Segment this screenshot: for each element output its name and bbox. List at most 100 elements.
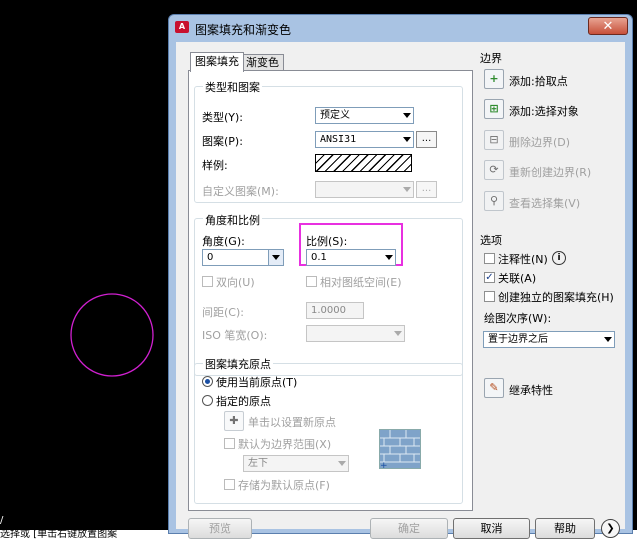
pattern-label: 图案(P): — [202, 135, 243, 148]
hatch-tab-panel: 类型和图案 类型(Y): 预定义 图案(P): ANSI31 ... 样例: 自… — [188, 70, 473, 511]
relative-paper-space-label: 相对图纸空间(E) — [320, 276, 402, 289]
title-bar[interactable]: A 图案填充和渐变色 ✕ — [169, 15, 632, 41]
spacing-label: 间距(C): — [202, 306, 244, 319]
draw-order-select[interactable]: 置于边界之后 — [483, 331, 615, 348]
boundaries-title: 边界 — [480, 52, 502, 65]
associative-label: 关联(A) — [498, 272, 537, 285]
scale-select[interactable]: 0.1 — [306, 249, 396, 266]
swatch-label: 样例: — [202, 159, 228, 172]
relative-paper-space-checkbox[interactable] — [306, 276, 317, 287]
help-button[interactable]: 帮助 — [535, 518, 595, 539]
type-select[interactable]: 预定义 — [315, 107, 414, 124]
cancel-button[interactable]: 取消 — [453, 518, 530, 539]
use-current-origin-radio[interactable] — [202, 376, 213, 387]
scale-value: 0.1 — [311, 252, 327, 263]
add-pick-points-label: 添加:拾取点 — [509, 75, 568, 88]
chevron-down-icon — [338, 461, 346, 466]
chevron-down-icon — [403, 137, 411, 142]
recreate-boundary-button[interactable]: ⟳ — [484, 160, 504, 180]
angle-select[interactable]: 0 — [202, 249, 284, 266]
spacing-input[interactable]: 1.0000 — [306, 302, 364, 319]
brush-icon: ✎ — [489, 381, 499, 394]
remove-boundary-icon: ⊟ — [489, 133, 499, 146]
draw-order-value: 置于边界之后 — [488, 334, 548, 345]
dialog-title: 图案填充和渐变色 — [195, 23, 292, 37]
ok-button[interactable]: 确定 — [370, 518, 448, 539]
chevron-down-icon — [604, 337, 612, 342]
options-title: 选项 — [480, 234, 502, 247]
double-checkbox[interactable] — [202, 276, 213, 287]
chevron-down-icon — [403, 187, 411, 192]
custom-pattern-select[interactable] — [315, 181, 414, 198]
pattern-value: ANSI31 — [320, 134, 357, 145]
crosshair-icon: ✚ — [229, 414, 239, 427]
chevron-right-icon: ❯ — [606, 523, 615, 534]
scale-label: 比例(S): — [306, 235, 348, 248]
add-point-icon: + — [489, 72, 499, 85]
drawn-circle[interactable] — [70, 293, 154, 377]
hatch-origin-group-label: 图案填充原点 — [203, 356, 273, 372]
pattern-browse-button[interactable]: ... — [416, 131, 437, 148]
info-icon[interactable]: i — [552, 251, 566, 265]
double-label: 双向(U) — [216, 276, 255, 289]
view-selections-button[interactable]: ⚲ — [484, 191, 504, 211]
angle-label: 角度(G): — [202, 235, 245, 248]
iso-pen-width-select[interactable] — [306, 325, 405, 342]
dialog-body: 图案填充 渐变色 类型和图案 类型(Y): 预定义 图案(P): ANSI31 … — [176, 42, 625, 539]
iso-pen-width-label: ISO 笔宽(O): — [202, 329, 268, 342]
type-label: 类型(Y): — [202, 111, 244, 124]
draw-order-label: 绘图次序(W): — [484, 312, 552, 325]
add-select-objects-button[interactable]: ⊞ — [484, 99, 504, 119]
chevron-down-icon — [385, 255, 393, 260]
more-options-button[interactable]: ❯ — [601, 519, 620, 538]
set-origin-label: 单击以设置新原点 — [248, 416, 336, 429]
tab-hatch[interactable]: 图案填充 — [190, 52, 244, 72]
annotative-label: 注释性(N) — [498, 253, 548, 266]
annotative-checkbox[interactable] — [484, 253, 495, 264]
angle-value: 0 — [207, 252, 214, 263]
add-pick-points-button[interactable]: + — [484, 69, 504, 89]
pattern-swatch[interactable] — [315, 154, 412, 172]
default-extent-label: 默认为边界范围(X) — [238, 438, 332, 451]
use-current-origin-label: 使用当前原点(T) — [216, 376, 298, 389]
custom-browse-button[interactable]: ... — [416, 181, 437, 198]
inherit-properties-button[interactable]: ✎ — [484, 378, 504, 398]
view-selections-label: 查看选择集(V) — [509, 197, 581, 210]
add-select-objects-label: 添加:选择对象 — [509, 105, 579, 118]
tab-gradient[interactable]: 渐变色 — [241, 54, 284, 71]
type-pattern-group-label: 类型和图案 — [203, 79, 262, 95]
hatch-gradient-dialog: A 图案填充和渐变色 ✕ 图案填充 渐变色 类型和图案 类型(Y): 预定义 图… — [168, 14, 633, 539]
remove-boundaries-label: 删除边界(D) — [509, 136, 571, 149]
angle-scale-group-label: 角度和比例 — [203, 212, 262, 228]
set-origin-button[interactable]: ✚ — [224, 411, 244, 431]
svg-text:+: + — [380, 461, 388, 468]
brick-pattern-icon: + — [380, 430, 420, 471]
chevron-down-icon — [394, 331, 402, 336]
close-icon: ✕ — [602, 19, 614, 34]
independent-hatch-checkbox[interactable] — [484, 291, 495, 302]
origin-position-value: 左下 — [248, 458, 268, 469]
command-line-text: 选择或 [单击右键放置图案 — [0, 530, 118, 539]
store-default-origin-checkbox[interactable] — [224, 479, 235, 490]
independent-hatch-label: 创建独立的图案填充(H) — [498, 291, 614, 304]
origin-preview-image: + — [379, 429, 421, 471]
origin-position-select[interactable]: 左下 — [243, 455, 349, 472]
recreate-boundary-label: 重新创建边界(R) — [509, 166, 592, 179]
chevron-down-icon — [272, 255, 280, 260]
recreate-boundary-icon: ⟳ — [489, 163, 499, 176]
preview-button[interactable]: 预览 — [188, 518, 252, 539]
specified-origin-radio[interactable] — [202, 395, 213, 406]
remove-boundaries-button[interactable]: ⊟ — [484, 130, 504, 150]
type-value: 预定义 — [320, 110, 350, 121]
close-button[interactable]: ✕ — [588, 17, 628, 35]
pattern-select[interactable]: ANSI31 — [315, 131, 414, 148]
specified-origin-label: 指定的原点 — [216, 395, 271, 408]
add-object-icon: ⊞ — [489, 102, 499, 115]
custom-pattern-label: 自定义图案(M): — [202, 185, 279, 198]
inherit-properties-label: 继承特性 — [509, 384, 553, 397]
spacing-value: 1.0000 — [311, 305, 346, 316]
chevron-down-icon — [403, 113, 411, 118]
associative-checkbox[interactable]: ✓ — [484, 272, 495, 283]
default-extent-checkbox[interactable] — [224, 438, 235, 449]
angle-dropdown-button[interactable] — [268, 250, 283, 265]
